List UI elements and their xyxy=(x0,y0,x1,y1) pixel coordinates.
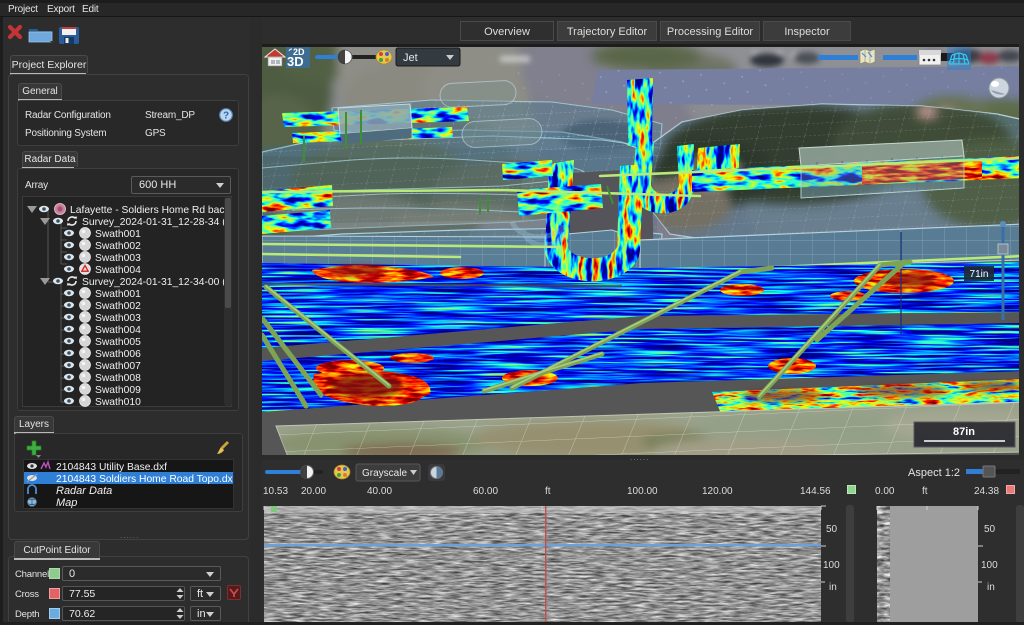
svg-text:Lafayette - Soldiers Home Rd b: Lafayette - Soldiers Home Rd backup... xyxy=(70,205,232,216)
svg-text:Swath004: Swath004 xyxy=(95,325,141,336)
svg-text:Swath004: Swath004 xyxy=(95,265,141,276)
svg-text:Swath001: Swath001 xyxy=(95,229,141,240)
svg-text:in: in xyxy=(829,582,837,593)
svg-text:Grayscale: Grayscale xyxy=(362,468,407,479)
svg-text:71in: 71in xyxy=(970,269,989,280)
svg-text:100: 100 xyxy=(823,560,840,571)
svg-text:50: 50 xyxy=(826,524,838,535)
svg-text:Jet: Jet xyxy=(403,52,418,64)
svg-text:in: in xyxy=(987,582,995,593)
svg-text:3D: 3D xyxy=(287,54,304,69)
svg-text:Swath002: Swath002 xyxy=(95,301,141,312)
svg-text:Map: Map xyxy=(56,497,77,508)
svg-text:Swath008: Swath008 xyxy=(95,373,141,384)
svg-text:Aspect 1:2: Aspect 1:2 xyxy=(908,467,960,479)
svg-text:Radar Data: Radar Data xyxy=(56,485,112,497)
svg-text:Swath010: Swath010 xyxy=(95,397,141,407)
svg-text:100: 100 xyxy=(981,560,998,571)
svg-text:50: 50 xyxy=(984,524,996,535)
svg-text:2104843 Utility Base.dxf: 2104843 Utility Base.dxf xyxy=(56,462,167,473)
svg-text:Swath003: Swath003 xyxy=(95,253,141,264)
svg-text:?: ? xyxy=(223,111,229,122)
svg-text:Swath002: Swath002 xyxy=(95,241,141,252)
svg-text:Survey_2024-01-31_12-34-00 (2.: Survey_2024-01-31_12-34-00 (2... xyxy=(82,277,232,288)
svg-text:87in: 87in xyxy=(953,426,975,438)
svg-text:Swath003: Swath003 xyxy=(95,313,141,324)
svg-text:Swath009: Swath009 xyxy=(95,385,141,396)
svg-text:Swath005: Swath005 xyxy=(95,337,141,348)
svg-text:Swath006: Swath006 xyxy=(95,349,141,360)
svg-text:Swath001: Swath001 xyxy=(95,289,141,300)
svg-text:Swath007: Swath007 xyxy=(95,361,141,372)
svg-text:2104843 Soldiers Home Road Top: 2104843 Soldiers Home Road Topo.dxf xyxy=(56,474,233,485)
svg-text:Survey_2024-01-31_12-28-34 (4: Survey_2024-01-31_12-28-34 (4 ... xyxy=(82,217,232,228)
